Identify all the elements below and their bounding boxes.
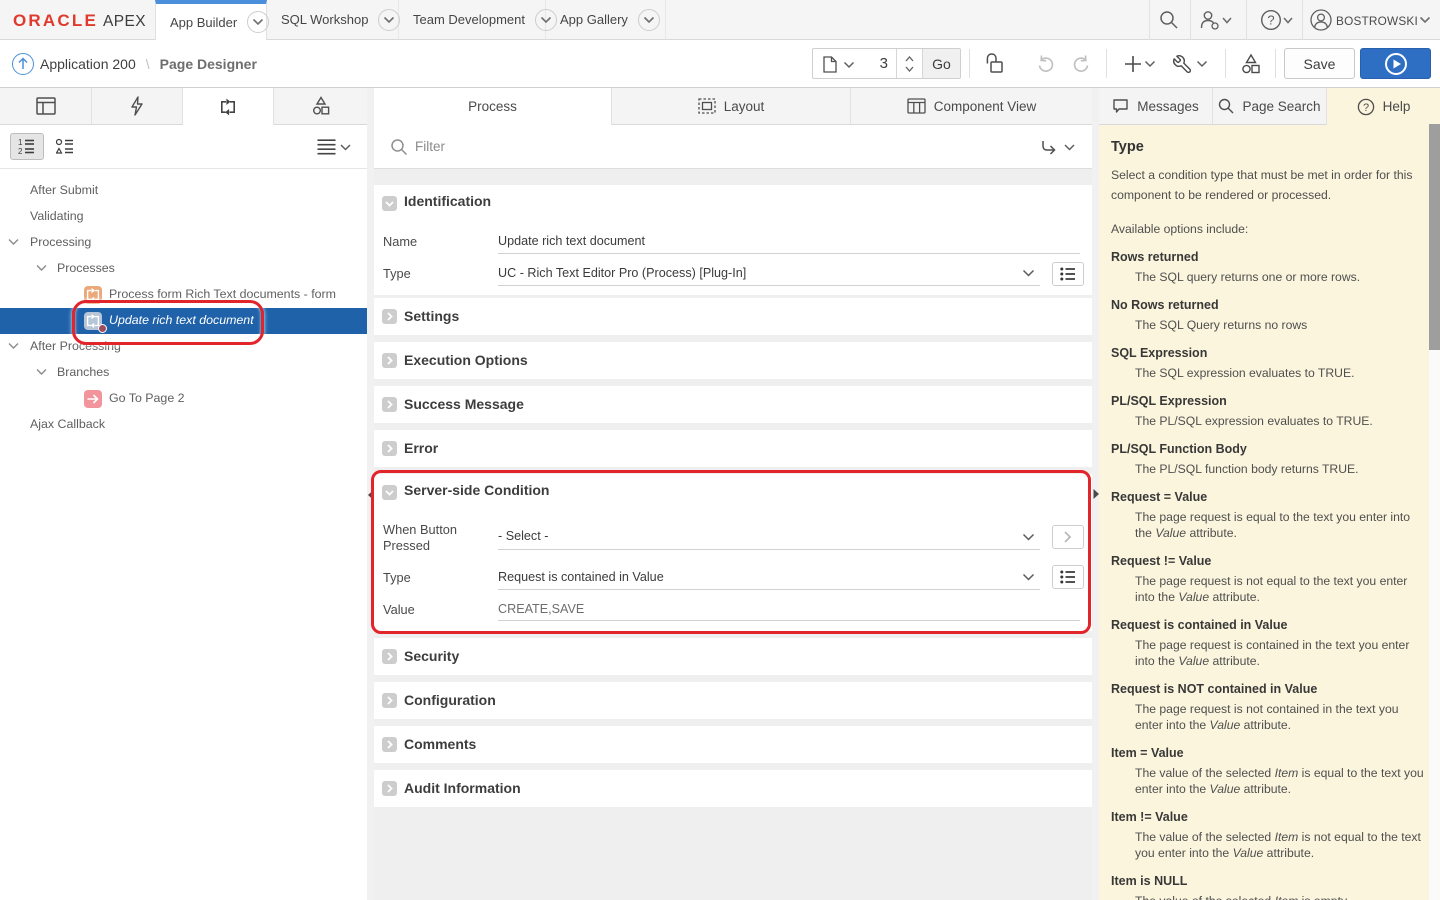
svg-text:2: 2 [18,147,23,155]
svg-text:1: 1 [18,138,23,147]
svg-text:?: ? [1363,101,1369,113]
svg-text:?: ? [1267,13,1274,28]
